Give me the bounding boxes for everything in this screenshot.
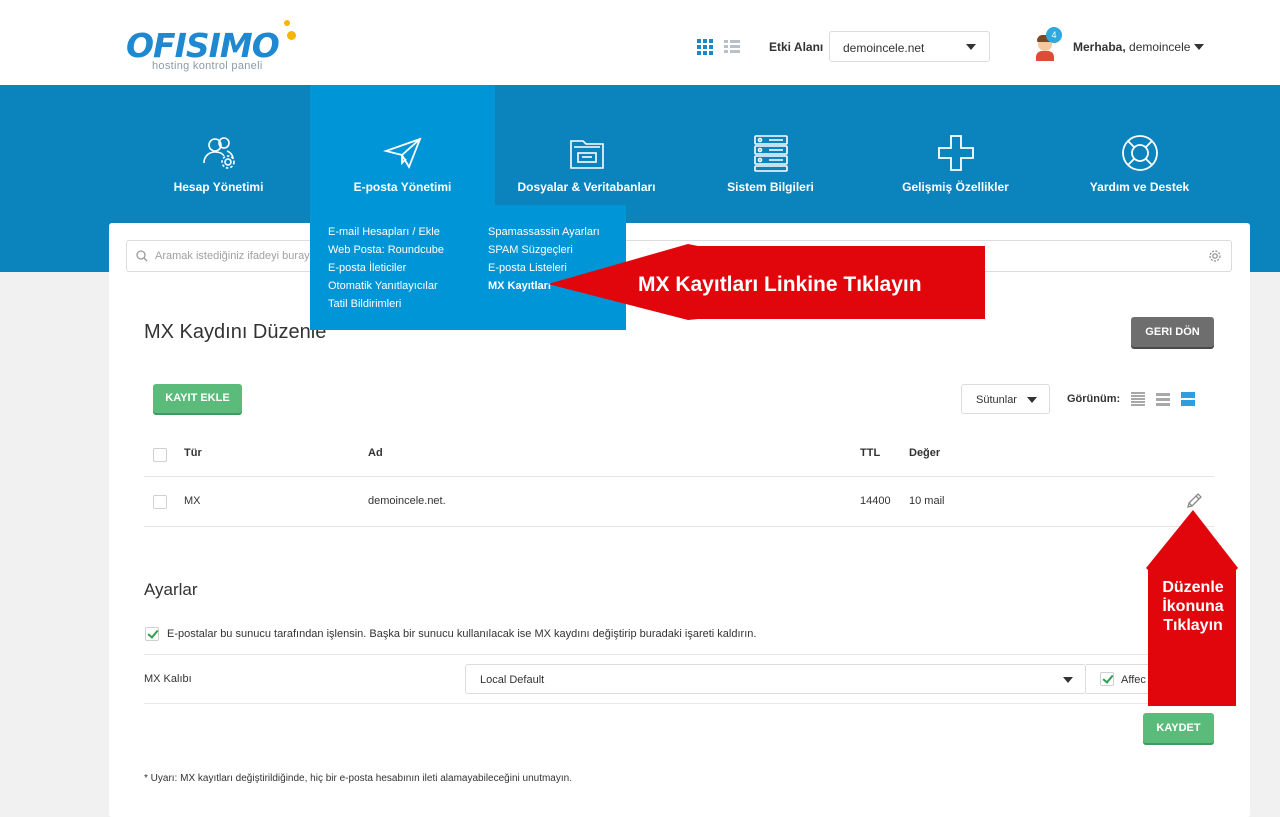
user-greeting: Merhaba, demoincele <box>1073 40 1191 54</box>
menu-item-webmail[interactable]: Web Posta: Roundcube <box>328 243 444 261</box>
save-button[interactable]: KAYDET <box>1143 713 1214 743</box>
users-gear-icon <box>202 137 235 169</box>
col-type[interactable]: Tür <box>184 447 202 459</box>
chevron-down-icon <box>1027 397 1037 403</box>
grid-view-icon[interactable] <box>697 39 713 55</box>
menu-item-email-accounts[interactable]: E-mail Hesapları / Ekle <box>328 225 444 243</box>
folder-icon <box>569 140 604 169</box>
domain-select[interactable]: demoincele.net <box>829 31 990 62</box>
process-locally-label: E-postalar bu sunucu tarafından işlensin… <box>167 628 757 640</box>
gear-icon[interactable] <box>1208 249 1222 263</box>
table-row: MX demoincele.net. 14400 10 mail <box>144 477 1214 527</box>
plus-icon <box>937 135 974 171</box>
logo-dot <box>284 20 290 26</box>
nav-system-info[interactable]: Sistem Bilgileri <box>678 85 863 215</box>
affect-label: Affec <box>1121 674 1146 686</box>
col-name[interactable]: Ad <box>368 447 383 459</box>
row-checkbox[interactable] <box>153 495 167 509</box>
nav-label: Gelişmiş Özellikler <box>902 180 1009 194</box>
warning-text: * Uyarı: MX kayıtları değiştirildiğinde,… <box>144 773 572 784</box>
cell-value: 10 mail <box>909 495 945 507</box>
col-ttl[interactable]: TTL <box>860 447 880 459</box>
logo-subtitle: hosting kontrol paneli <box>152 60 263 72</box>
paper-plane-icon <box>382 137 422 170</box>
chevron-down-icon <box>966 44 976 50</box>
col-value[interactable]: Değer <box>909 447 940 459</box>
mx-template-label: MX Kalıbı <box>144 673 192 685</box>
nav-label: Dosyalar & Veritabanları <box>517 180 656 194</box>
lifebuoy-icon <box>1121 135 1158 171</box>
menu-item-forwarders[interactable]: E-posta İleticiler <box>328 261 444 279</box>
chevron-down-icon <box>1194 44 1204 50</box>
pencil-icon[interactable] <box>1185 492 1203 510</box>
cell-type: MX <box>184 495 201 507</box>
menu-item-autoresponders[interactable]: Otomatik Yanıtlayıcılar <box>328 279 444 297</box>
view-compact-icon[interactable] <box>1131 392 1145 406</box>
annotation-text-mx-link: MX Kayıtları Linkine Tıklayın <box>638 273 922 296</box>
mx-template-value: Local Default <box>480 674 545 686</box>
view-comfortable-icon[interactable] <box>1181 392 1195 406</box>
search-icon <box>136 250 148 262</box>
nav-label: Yardım ve Destek <box>1089 180 1190 194</box>
nav-email-management[interactable]: E-posta Yönetimi <box>310 85 495 215</box>
search-input[interactable]: Aramak istediğiniz ifadeyi buraya <box>155 250 316 262</box>
menu-item-spamassassin[interactable]: Spamassassin Ayarları <box>488 225 600 243</box>
server-icon <box>753 135 788 172</box>
page-title: MX Kaydını Düzenle <box>144 321 327 343</box>
select-all-checkbox[interactable] <box>153 448 167 462</box>
top-header: OFISIMO hosting kontrol paneli Etki Alan… <box>0 0 1280 85</box>
menu-item-vacation[interactable]: Tatil Bildirimleri <box>328 297 444 315</box>
cell-ttl: 14400 <box>860 495 891 507</box>
view-label: Görünüm: <box>1067 393 1121 405</box>
chevron-down-icon <box>1063 677 1073 683</box>
logo-dot <box>287 31 296 40</box>
notification-badge[interactable]: 4 <box>1046 27 1062 43</box>
domain-label: Etki Alanı <box>769 40 824 54</box>
process-locally-checkbox[interactable] <box>145 627 159 641</box>
nav-advanced-features[interactable]: Gelişmiş Özellikler <box>863 85 1048 215</box>
list-view-icon[interactable] <box>724 40 740 54</box>
columns-select[interactable]: Sütunlar <box>961 384 1050 414</box>
mx-template-row: MX Kalıbı Local Default Affec <box>144 654 1214 704</box>
nav-help-support[interactable]: Yardım ve Destek <box>1048 85 1231 215</box>
cell-name: demoincele.net. <box>368 495 446 507</box>
view-normal-icon[interactable] <box>1156 392 1170 406</box>
table-header: Tür Ad TTL Değer <box>144 436 1214 477</box>
logo[interactable]: OFISIMO hosting kontrol paneli <box>126 20 296 74</box>
mx-template-select[interactable]: Local Default <box>465 664 1086 694</box>
back-button[interactable]: GERI DÖN <box>1131 317 1214 347</box>
nav-label: Sistem Bilgileri <box>727 180 814 194</box>
nav-files-databases[interactable]: Dosyalar & Veritabanları <box>495 85 678 215</box>
domain-select-value: demoincele.net <box>843 41 925 55</box>
annotation-text-edit-icon: Düzenle İkonuna Tıklayın <box>1162 579 1224 634</box>
add-record-button[interactable]: KAYIT EKLE <box>153 384 242 413</box>
nav-label: Hesap Yönetimi <box>173 180 264 194</box>
columns-select-value: Sütunlar <box>976 394 1017 406</box>
affect-checkbox[interactable] <box>1100 672 1114 686</box>
nav-label: E-posta Yönetimi <box>353 180 452 194</box>
settings-title: Ayarlar <box>144 580 198 599</box>
nav-account-management[interactable]: Hesap Yönetimi <box>127 85 310 215</box>
